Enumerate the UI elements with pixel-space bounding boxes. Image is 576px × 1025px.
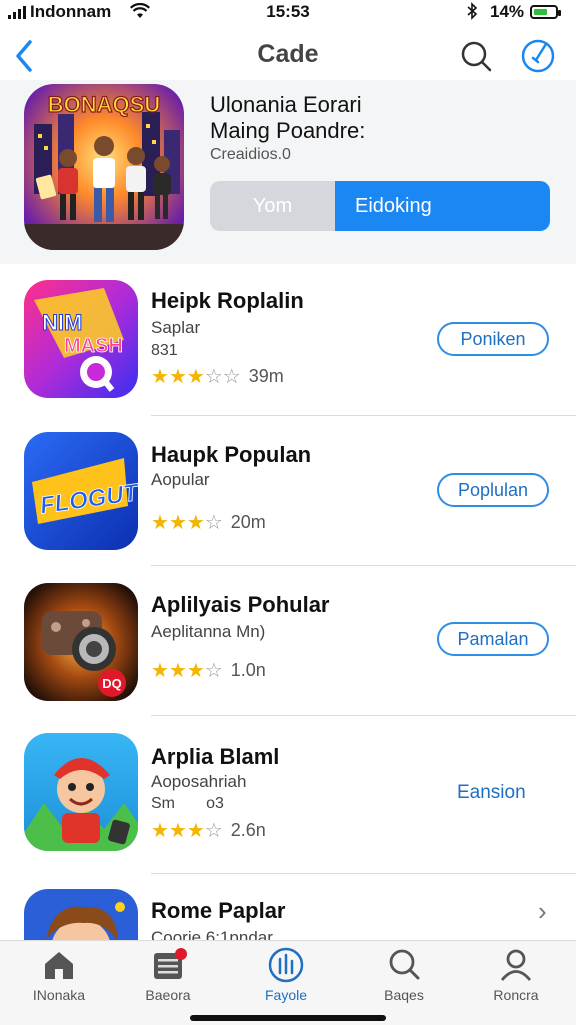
- app-icon: [24, 733, 138, 851]
- app-rating: ★ ★ ★ ☆ 1.0n: [151, 660, 266, 681]
- app-list-item[interactable]: DQ Aplilyais Pohular Aeplitanna Mn) ★ ★ ★ ☆…: [0, 568, 576, 718]
- star-icon: ★: [151, 659, 169, 682]
- star-icon: ★: [151, 365, 169, 388]
- app-rating: ★ ★ ★ ☆ 2.6n: [151, 820, 266, 841]
- featured-app-developer: Creaidios.0: [210, 146, 291, 163]
- home-indicator: [190, 1015, 386, 1021]
- tab-library[interactable]: Baeora: [118, 947, 218, 1011]
- app-icon-badge-text: DQ: [102, 676, 122, 691]
- segment-right[interactable]: Eidoking: [335, 181, 550, 231]
- app-subtitle: Aopular: [151, 470, 210, 489]
- star-icon: ★: [151, 511, 169, 534]
- divider: [151, 565, 576, 566]
- app-name: Rome Paplar: [151, 898, 286, 923]
- tab-label: Baqes: [384, 987, 424, 1003]
- app-subtitle: Aeplitanna Mn): [151, 622, 266, 641]
- app-subtitle: Saplar: [151, 318, 201, 337]
- star-empty-icon: ☆: [204, 511, 223, 534]
- bluetooth-icon: [466, 2, 478, 25]
- featured-art-title: BONAQSU: [48, 92, 160, 117]
- divider: [151, 715, 576, 716]
- app-size: 20m: [230, 512, 266, 532]
- app-size: 2.6n: [230, 820, 266, 840]
- app-size: 1.0n: [230, 660, 266, 680]
- compass-icon: [521, 39, 555, 73]
- app-rating: ★ ★ ★ ☆ 20m: [151, 512, 266, 533]
- star-icon: ★: [168, 659, 187, 682]
- app-list-item[interactable]: NIM MASH Heipk Roplalin Saplar 831 ★ ★ ★ ☆ ☆…: [0, 268, 576, 418]
- star-icon: ★: [186, 659, 205, 682]
- app-list-item[interactable]: Rome Paplar Coorie 6:1pndar ›: [0, 876, 576, 940]
- app-name: Aplilyais Pohular: [151, 592, 330, 617]
- tab-featured[interactable]: Fayole: [236, 947, 336, 1011]
- featured-app-artwork[interactable]: BONAQSU: [24, 84, 184, 250]
- search-icon: [389, 949, 420, 980]
- segment-left[interactable]: Yom: [210, 181, 335, 231]
- star-icon: ★: [186, 511, 205, 534]
- star-icon: ★: [186, 819, 205, 842]
- star-empty-icon: ☆: [204, 659, 223, 682]
- divider: [151, 873, 576, 874]
- app-icon: [24, 889, 138, 940]
- featured-icon: [268, 947, 304, 983]
- app-icon: DQ: [24, 583, 138, 701]
- home-icon: [45, 952, 73, 979]
- status-bar: Indonnam 15:53 14%: [0, 0, 576, 26]
- tab-label: Baeora: [145, 987, 191, 1003]
- search-icon: [461, 41, 492, 72]
- battery-percent: 14%: [490, 2, 525, 21]
- app-name: Arplia Blaml: [151, 744, 280, 769]
- compass-button[interactable]: [518, 36, 558, 76]
- profile-icon: [500, 949, 532, 981]
- get-button[interactable]: Poniken: [437, 322, 549, 356]
- app-list-item[interactable]: Arplia Blaml Aoposahriah Sm o3 ★ ★ ★ ☆ 2.6n…: [0, 718, 576, 874]
- tab-bar: INonaka Baeora Fayole Baqes Roncra: [0, 940, 576, 1025]
- app-icon-text-bottom: MASH: [64, 335, 123, 357]
- star-icon: ★: [168, 511, 187, 534]
- open-button[interactable]: Eansion: [457, 782, 526, 804]
- star-icon: ★: [168, 819, 187, 842]
- app-meta: 831: [151, 342, 178, 359]
- tab-label: Roncra: [493, 987, 539, 1003]
- app-name: Haupk Populan: [151, 442, 312, 467]
- app-name: Heipk Roplalin: [151, 288, 304, 313]
- segmented-control: Yom Eidoking: [210, 181, 550, 231]
- star-icon: ★: [168, 365, 187, 388]
- get-button[interactable]: Poplulan: [437, 473, 549, 507]
- search-button[interactable]: [456, 36, 496, 76]
- star-empty-icon: ☆: [222, 365, 241, 388]
- get-button[interactable]: Pamalan: [437, 622, 549, 656]
- library-icon: [154, 948, 187, 979]
- tab-label: INonaka: [32, 987, 86, 1003]
- featured-app-name-line2: Maing Poandre:: [210, 118, 366, 143]
- star-empty-icon: ☆: [204, 819, 223, 842]
- battery-icon: [530, 5, 561, 19]
- app-icon: FLOGUT: [24, 432, 138, 550]
- star-icon: ★: [186, 365, 205, 388]
- app-subtitle: Aoposahriah: [151, 772, 247, 791]
- app-icon: NIM MASH: [24, 280, 138, 398]
- featured-app-name: Ulonania Eorari Maing Poandre:: [210, 92, 570, 144]
- navigation-bar: Cade: [0, 26, 576, 86]
- divider: [151, 415, 576, 416]
- star-empty-icon: ☆: [204, 365, 223, 388]
- app-list-item[interactable]: FLOGUT Haupk Populan Aopular ★ ★ ★ ☆ 20m Po…: [0, 418, 576, 568]
- star-icon: ★: [151, 819, 169, 842]
- chevron-right-icon[interactable]: ›: [538, 896, 547, 927]
- tab-profile[interactable]: Roncra: [466, 947, 566, 1011]
- app-subtitle: Coorie 6:1pndar: [151, 928, 273, 940]
- tab-label: Fayole: [264, 987, 308, 1003]
- app-size: 39m: [248, 366, 284, 386]
- tab-search[interactable]: Baqes: [354, 947, 454, 1011]
- app-icon-text-top: NIM: [42, 310, 82, 335]
- featured-app-name-line1: Ulonania Eorari: [210, 92, 362, 117]
- featured-app-card: BONAQSU Ulonania Eorari Maing Poandre: C…: [0, 80, 576, 264]
- tab-home[interactable]: INonaka: [9, 947, 109, 1011]
- app-rating: ★ ★ ★ ☆ ☆ 39m: [151, 366, 284, 387]
- app-meta: Sm o3: [151, 795, 224, 812]
